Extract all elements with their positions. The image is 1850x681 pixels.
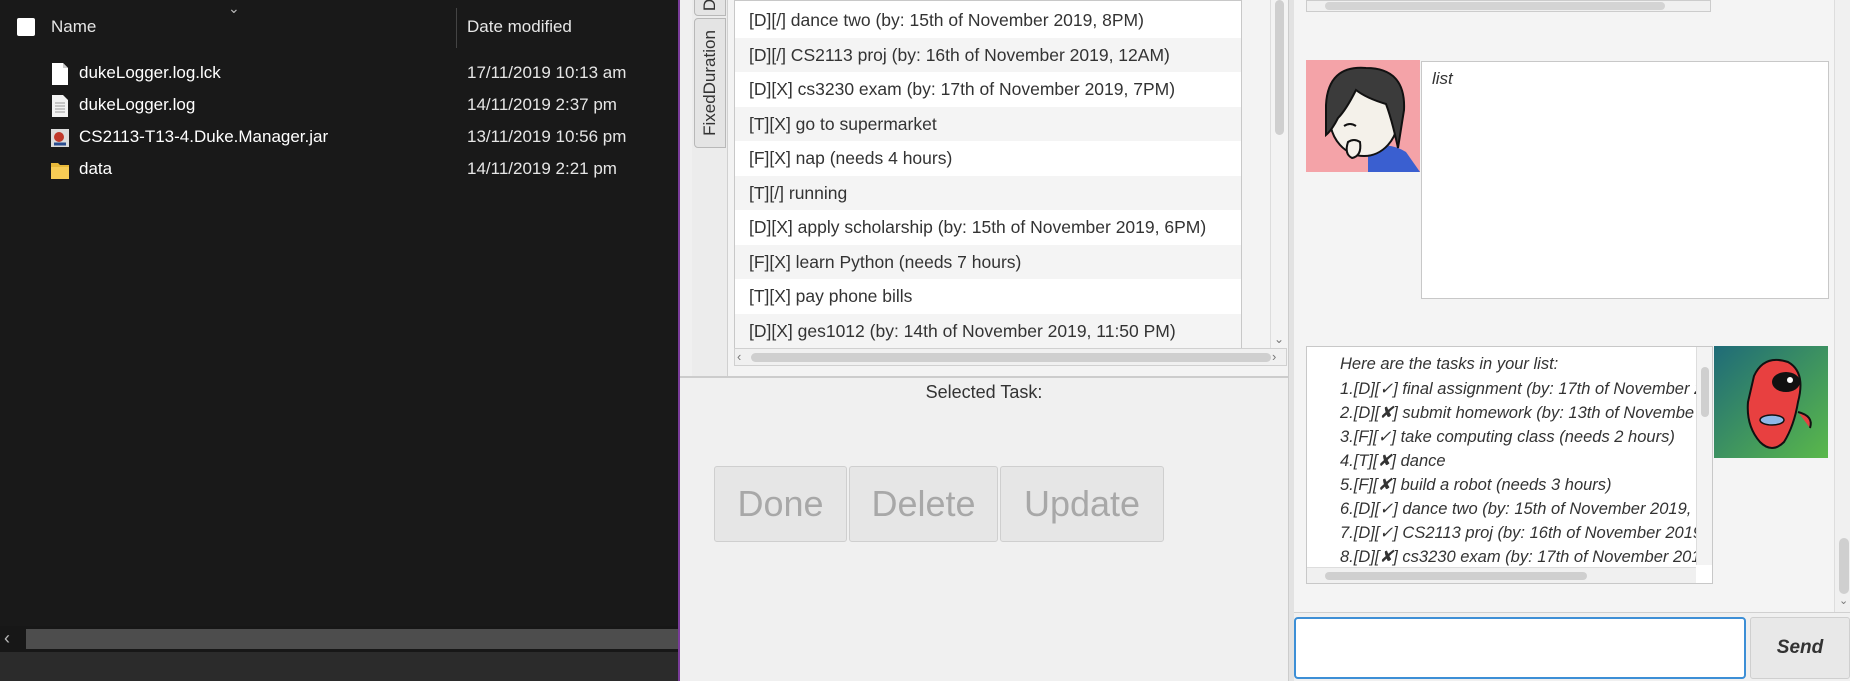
task-list-item[interactable]: [F][X] nap (needs 4 hours) xyxy=(735,141,1241,176)
scrollbar-thumb[interactable] xyxy=(1325,2,1665,10)
bot-message-line: 1.[D][✓] final assignment (by: 17th of N… xyxy=(1340,380,1704,398)
file-date: 13/11/2019 10:56 pm xyxy=(467,127,627,146)
chevron-down-icon[interactable]: ⌄ xyxy=(1274,332,1284,346)
folder-icon xyxy=(51,163,69,179)
task-list-item[interactable]: [D][/] CS2113 proj (by: 16th of November… xyxy=(735,37,1241,72)
task-list-vertical-scrollbar[interactable]: ⌄ xyxy=(1270,0,1287,350)
send-button[interactable]: Send xyxy=(1750,617,1850,679)
tab-label: FixedDuration xyxy=(700,30,719,136)
bot-message-line: 8.[D][✘] cs3230 exam (by: 17th of Novemb… xyxy=(1340,548,1701,566)
select-all-checkbox[interactable] xyxy=(17,18,35,36)
user-avatar xyxy=(1306,60,1420,172)
log-file-icon xyxy=(52,95,68,117)
file-row[interactable]: dukeLogger.log 14/11/2019 2:37 pm xyxy=(0,90,678,122)
task-list[interactable]: [D][/] dance two (by: 15th of November 2… xyxy=(734,0,1242,350)
tab-deadline[interactable]: D xyxy=(694,0,726,16)
column-header-date-modified[interactable]: Date modified xyxy=(467,17,572,37)
tab-label: D xyxy=(700,0,719,12)
scrollbar-thumb[interactable] xyxy=(1701,367,1709,417)
scrollbar-thumb[interactable] xyxy=(1275,0,1284,135)
bot-message-line: 7.[D][✓] CS2113 proj (by: 16th of Novemb… xyxy=(1340,524,1703,542)
file-explorer: ⌄ Name Date modified dukeLogger.log.lck … xyxy=(0,0,678,681)
scroll-right-icon[interactable]: › xyxy=(1272,349,1276,364)
bot-message-horizontal-scrollbar[interactable] xyxy=(1307,567,1696,583)
delete-button[interactable]: Delete xyxy=(849,466,998,542)
file-name: dukeLogger.log.lck xyxy=(79,63,221,82)
explorer-header: ⌄ Name Date modified xyxy=(0,0,678,52)
file-date: 17/11/2019 10:13 am xyxy=(467,63,627,82)
file-name: dukeLogger.log xyxy=(79,95,196,114)
bot-message-line: 5.[F][✘] build a robot (needs 3 hours) xyxy=(1340,476,1612,494)
bot-message-line: 3.[F][✓] take computing class (needs 2 h… xyxy=(1340,428,1675,446)
scroll-left-icon[interactable]: ‹ xyxy=(4,628,10,649)
user-message-text: list xyxy=(1432,69,1453,88)
file-row[interactable]: dukeLogger.log.lck 17/11/2019 10:13 am xyxy=(0,58,678,90)
task-list-item[interactable]: [D][X] apply scholarship (by: 15th of No… xyxy=(735,210,1241,245)
bot-message-bubble: Here are the tasks in your list: 1.[D][✓… xyxy=(1306,346,1713,584)
scrollbar-thumb[interactable] xyxy=(1839,538,1849,594)
scrollbar-thumb[interactable] xyxy=(1325,572,1587,580)
chevron-down-icon[interactable]: ⌄ xyxy=(1839,594,1848,607)
update-button[interactable]: Update xyxy=(1000,466,1164,542)
file-row[interactable]: CS2113-T13-4.Duke.Manager.jar 13/11/2019… xyxy=(0,122,678,154)
bot-message-line: 2.[D][✘] submit homework (by: 13th of No… xyxy=(1340,404,1695,422)
task-list-item[interactable]: [T][X] go to supermarket xyxy=(735,106,1241,141)
horizontal-scrollbar[interactable]: ‹ xyxy=(0,626,678,652)
task-list-item[interactable]: [D][X] ges1012 (by: 14th of November 201… xyxy=(735,313,1241,348)
bot-message-line: Here are the tasks in your list: xyxy=(1340,355,1559,373)
file-date: 14/11/2019 2:37 pm xyxy=(467,95,617,114)
file-date: 14/11/2019 2:21 pm xyxy=(467,159,617,178)
command-input[interactable] xyxy=(1294,617,1746,679)
chevron-down-icon: ⌄ xyxy=(228,0,240,16)
chat-horizontal-scrollbar[interactable] xyxy=(1306,0,1711,12)
bot-message-vertical-scrollbar[interactable] xyxy=(1696,347,1712,565)
file-name: CS2113-T13-4.Duke.Manager.jar xyxy=(79,127,329,146)
bot-message-line: 4.[T][✘] dance xyxy=(1340,452,1446,470)
task-list-item[interactable]: [D][/] dance two (by: 15th of November 2… xyxy=(735,3,1241,38)
selected-task-panel: Selected Task: Done Delete Update xyxy=(680,376,1288,681)
column-divider[interactable] xyxy=(456,8,457,48)
column-header-name[interactable]: Name xyxy=(51,17,96,37)
jar-file-icon xyxy=(51,129,69,147)
file-row[interactable]: data 14/11/2019 2:21 pm xyxy=(0,154,678,186)
duke-manager-window: D FixedDuration [D][/] dance two (by: 15… xyxy=(678,0,1850,681)
tab-fixed-duration[interactable]: FixedDuration xyxy=(694,18,726,148)
scroll-left-icon[interactable]: ‹ xyxy=(737,349,741,364)
scrollbar-thumb[interactable] xyxy=(751,353,1271,362)
task-list-horizontal-scrollbar[interactable]: ‹ › xyxy=(734,348,1287,366)
bot-avatar xyxy=(1714,346,1828,458)
done-button[interactable]: Done xyxy=(714,466,847,542)
scrollbar-thumb[interactable] xyxy=(26,629,678,649)
task-list-item[interactable]: [T][X] pay phone bills xyxy=(735,279,1241,314)
status-bar xyxy=(0,652,678,681)
task-list-item[interactable]: [D][X] cs3230 exam (by: 17th of November… xyxy=(735,72,1241,107)
bot-message-line: 6.[D][✓] dance two (by: 15th of November… xyxy=(1340,500,1706,518)
chat-vertical-scrollbar[interactable]: ⌄ xyxy=(1834,0,1850,612)
user-message-bubble: list xyxy=(1421,61,1829,299)
chat-panel: list Here are the tasks in your list: 1.… xyxy=(1294,0,1850,612)
file-name: data xyxy=(79,159,113,178)
chat-input-area: Send xyxy=(1294,612,1850,681)
task-list-item[interactable]: [T][/] running xyxy=(735,175,1241,210)
selected-task-label: Selected Task: xyxy=(925,382,1043,402)
tab-strip: D FixedDuration xyxy=(692,0,728,376)
text-file-icon xyxy=(52,63,68,85)
task-list-item[interactable]: [F][X] learn Python (needs 7 hours) xyxy=(735,244,1241,279)
